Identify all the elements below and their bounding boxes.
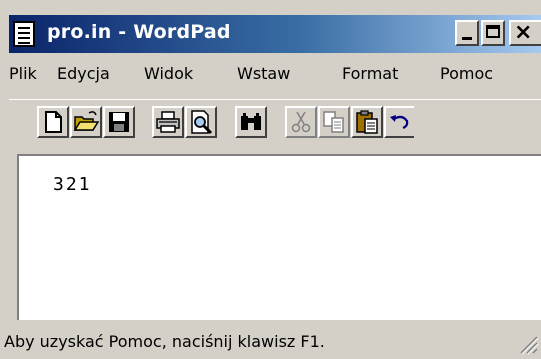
menu-edycja[interactable]: Edycja <box>57 64 110 83</box>
paste-icon <box>356 110 378 134</box>
menu-format[interactable]: Format <box>342 64 398 83</box>
cut-icon <box>291 111 311 133</box>
status-bar: Aby uzyskać Pomoc, naciśnij klawisz F1. <box>0 322 541 359</box>
new-document-icon <box>45 111 62 133</box>
minimize-icon <box>462 37 472 40</box>
wordpad-window: pro.in - WordPad × Plik Edycja Widok Wst… <box>0 0 541 359</box>
close-button[interactable]: × <box>509 20 541 46</box>
menu-wstaw[interactable]: Wstaw <box>237 64 290 83</box>
menu-plik[interactable]: Plik <box>9 64 37 83</box>
close-icon: × <box>514 20 533 45</box>
open-button[interactable] <box>70 106 102 138</box>
print-button[interactable] <box>152 106 184 138</box>
maximize-button[interactable] <box>481 20 505 46</box>
menu-bar: Plik Edycja Widok Wstaw Format Pomoc <box>9 60 541 90</box>
undo-icon <box>390 115 409 130</box>
document-edit-area[interactable]: 321 <box>17 154 541 320</box>
status-text: Aby uzyskać Pomoc, naciśnij klawisz F1. <box>4 332 325 351</box>
find-button[interactable] <box>235 106 267 138</box>
maximize-icon <box>486 25 500 38</box>
find-binoculars-icon <box>241 113 261 130</box>
save-button[interactable] <box>103 106 135 138</box>
save-icon <box>109 112 129 132</box>
document-text: 321 <box>53 174 92 195</box>
undo-button[interactable] <box>384 106 414 138</box>
window-title: pro.in - WordPad <box>47 21 231 43</box>
cut-button[interactable] <box>285 106 317 138</box>
copy-button[interactable] <box>318 106 350 138</box>
title-bar[interactable]: pro.in - WordPad × <box>9 15 541 53</box>
minimize-button[interactable] <box>455 20 479 46</box>
paste-button[interactable] <box>351 106 383 138</box>
open-folder-icon <box>73 111 100 131</box>
copy-icon <box>323 111 344 133</box>
print-preview-button[interactable] <box>185 106 217 138</box>
menu-pomoc[interactable]: Pomoc <box>440 64 493 83</box>
menu-widok[interactable]: Widok <box>144 64 193 83</box>
resize-grip-icon[interactable] <box>517 333 539 355</box>
print-preview-icon <box>191 110 213 135</box>
wordpad-app-icon[interactable] <box>13 21 35 47</box>
toolbar <box>9 99 541 154</box>
print-icon <box>156 111 180 133</box>
new-document-button[interactable] <box>37 106 69 138</box>
